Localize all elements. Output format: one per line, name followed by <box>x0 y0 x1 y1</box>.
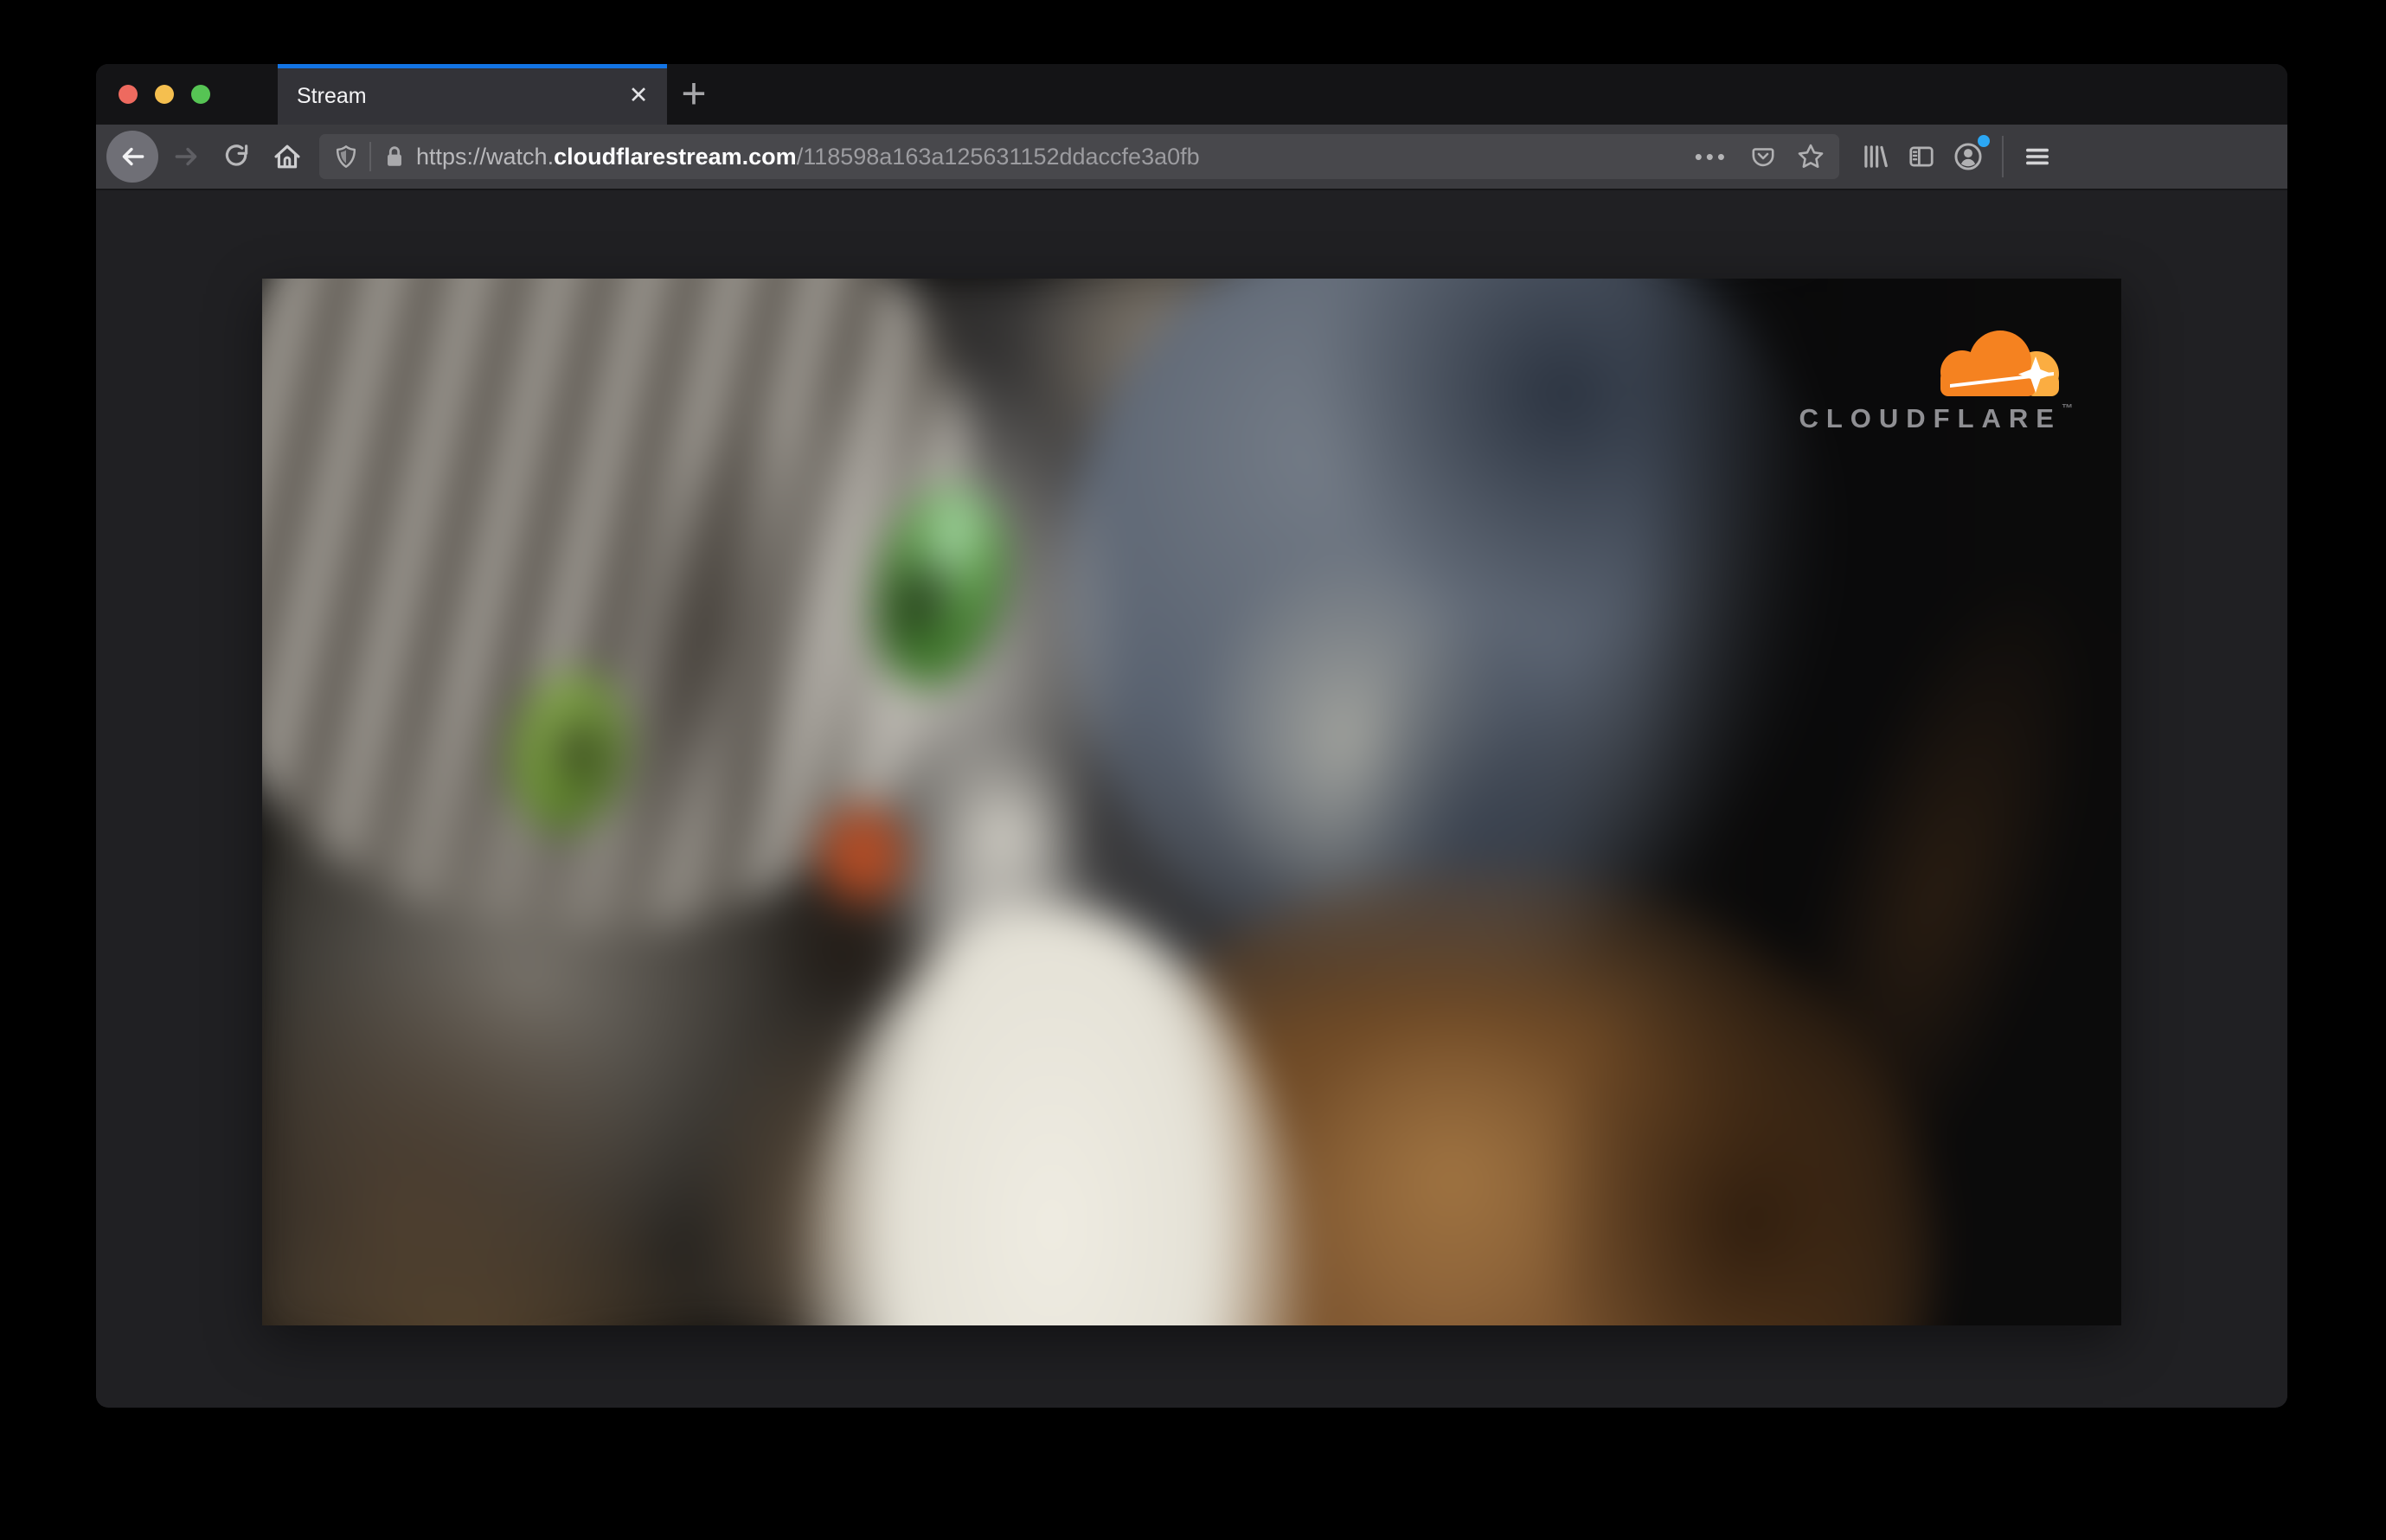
urlbar-divider <box>369 142 371 171</box>
zoom-window-button[interactable] <box>191 85 210 104</box>
tab-bar: Stream ✕ + <box>96 64 2287 125</box>
url-domain: cloudflarestream.com <box>554 143 797 170</box>
url-bar[interactable]: https://watch.cloudflarestream.com/11859… <box>319 134 1839 179</box>
close-window-button[interactable] <box>119 85 138 104</box>
account-notification-dot <box>1978 135 1990 147</box>
new-tab-button[interactable]: + <box>670 71 717 118</box>
sidebar-button[interactable] <box>1898 131 1945 183</box>
browser-window: Stream ✕ + https://watch.cloudflarestrea… <box>96 64 2287 1408</box>
library-button[interactable] <box>1851 131 1898 183</box>
cat-left-pupil <box>544 703 608 801</box>
forward-icon <box>175 147 197 166</box>
page-content: CLOUDFLARE™ <box>96 190 2287 1406</box>
tab-stream[interactable]: Stream ✕ <box>278 64 667 125</box>
hamburger-menu-icon <box>2026 148 2049 165</box>
url-text[interactable]: https://watch.cloudflarestream.com/11859… <box>416 144 1200 170</box>
lock-icon[interactable] <box>382 144 407 170</box>
traffic-lights <box>119 85 210 104</box>
pocket-icon[interactable] <box>1749 143 1777 170</box>
forward-button[interactable] <box>162 131 212 183</box>
tracking-protection-shield-icon[interactable] <box>333 144 359 170</box>
video-player[interactable]: CLOUDFLARE™ <box>262 279 2121 1325</box>
url-scheme: https://watch. <box>416 143 555 170</box>
home-button[interactable] <box>262 131 312 183</box>
account-button[interactable] <box>1945 131 1992 183</box>
sidebar-icon <box>1909 146 1934 167</box>
navigation-toolbar: https://watch.cloudflarestream.com/11859… <box>96 125 2287 190</box>
reload-icon <box>225 144 248 166</box>
cat-nose <box>816 802 909 907</box>
tab-title: Stream <box>297 84 367 108</box>
minimize-window-button[interactable] <box>155 85 174 104</box>
toolbar-separator <box>2002 136 2004 177</box>
cloudflare-wordmark: CLOUDFLARE™ <box>1799 401 2073 433</box>
cloudflare-cloud-icon <box>1940 330 2059 396</box>
trademark-symbol: ™ <box>2062 401 2073 414</box>
back-icon <box>122 147 144 166</box>
cloudflare-logo: CLOUDFLARE™ <box>1799 327 2073 434</box>
home-icon <box>274 144 300 169</box>
tab-close-icon[interactable]: ✕ <box>622 79 655 112</box>
video-frame-cat <box>262 279 2121 1325</box>
bookmark-star-icon[interactable] <box>1796 142 1825 171</box>
reload-button[interactable] <box>212 131 262 183</box>
back-button[interactable] <box>106 131 158 183</box>
cat-chin-white <box>921 739 1090 928</box>
library-icon <box>1864 145 1888 168</box>
url-path: /118598a163a125631152ddaccfe3a0fb <box>796 143 1200 170</box>
menu-button[interactable] <box>2014 131 2061 183</box>
page-actions-icon[interactable]: ••• <box>1695 144 1729 170</box>
